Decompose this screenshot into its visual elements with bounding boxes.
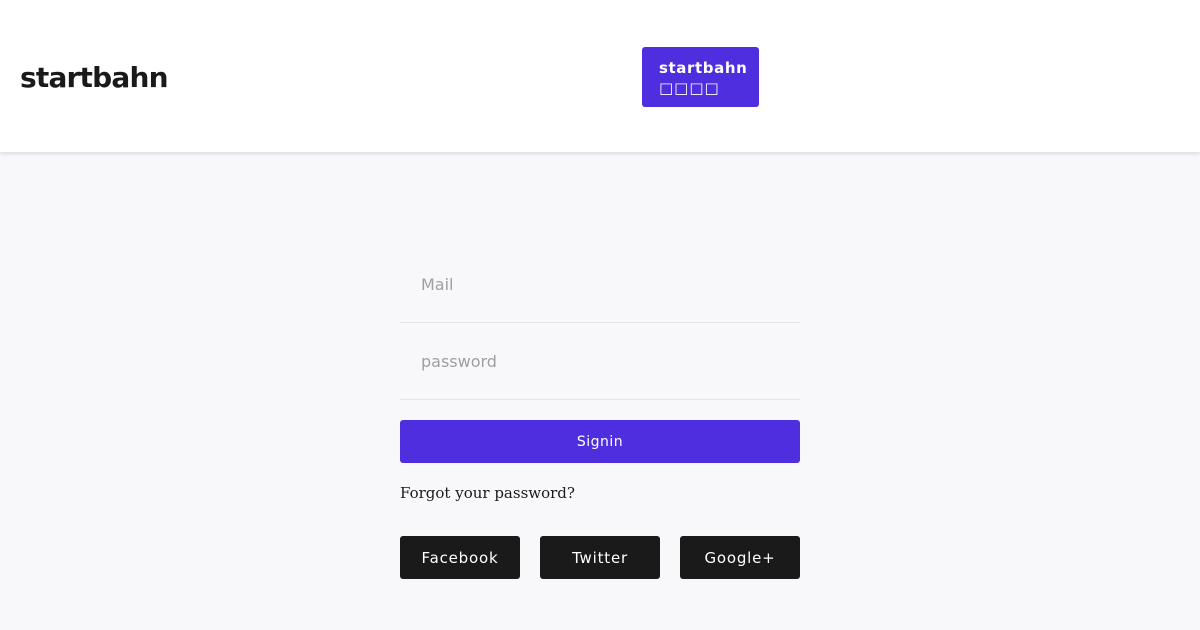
facebook-login-button[interactable]: Facebook bbox=[400, 536, 520, 579]
startbahn-badge-button[interactable]: startbahn □□□□ bbox=[642, 47, 759, 107]
site-header: startbahn startbahn □□□□ bbox=[0, 0, 1200, 153]
signin-button[interactable]: Signin bbox=[400, 420, 800, 463]
social-login-buttons: Facebook Twitter Google+ bbox=[400, 536, 800, 579]
login-form: Signin Forgot your password? Facebook Tw… bbox=[400, 246, 800, 579]
mail-input[interactable] bbox=[400, 246, 800, 323]
password-input[interactable] bbox=[400, 323, 800, 400]
twitter-login-button[interactable]: Twitter bbox=[540, 536, 660, 579]
startbahn-logo[interactable]: startbahn bbox=[20, 58, 169, 98]
badge-subtitle: □□□□ bbox=[659, 79, 720, 97]
badge-title: startbahn bbox=[659, 59, 748, 77]
google-plus-login-button[interactable]: Google+ bbox=[680, 536, 800, 579]
forgot-password-link[interactable]: Forgot your password? bbox=[400, 484, 800, 502]
